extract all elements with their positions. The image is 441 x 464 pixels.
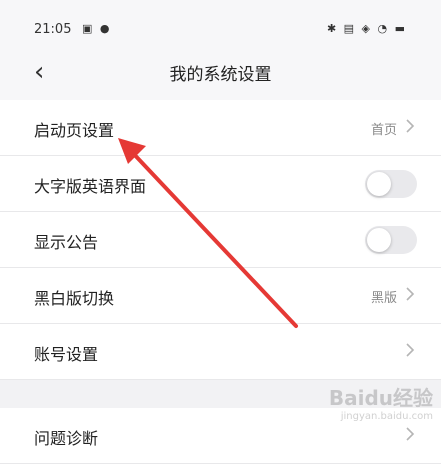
toggle-knob [367,172,391,196]
row-large-font-english: 大字版英语界面 [0,156,441,212]
row-label: 大字版英语界面 [34,177,147,196]
row-label: 显示公告 [34,233,99,252]
row-label: 账号设置 [34,345,99,364]
status-right-icons: ✱ ▤ ◈ ◔ ▬ [326,22,407,35]
toggle-knob [367,228,391,252]
row-label: 问题诊断 [34,429,99,448]
row-show-notice: 显示公告 [0,212,441,268]
show-notice-toggle[interactable] [365,226,417,254]
row-startup-page[interactable]: 启动页设置 首页 [0,100,441,156]
chevron-right-icon [406,119,415,133]
chevron-right-icon [406,427,415,441]
chevron-right-icon [406,287,415,301]
row-value: 黑版 [370,291,397,306]
watermark-text: Baidu经验 [328,386,433,410]
row-value: 首页 [370,123,397,138]
status-left-icons: ▣ ● [82,22,112,35]
row-account-settings[interactable]: 账号设置 [0,324,441,380]
status-bar: 21:05 ▣ ● ✱ ▤ ◈ ◔ ▬ [0,0,441,44]
watermark-sub: jingyan.baidu.com [340,411,433,422]
row-label: 黑白版切换 [34,289,115,308]
row-bw-switch[interactable]: 黑白版切换 黑版 [0,268,441,324]
watermark: Baidu经验 jingyan.baidu.com [329,382,433,422]
page-title: 我的系统设置 [169,65,272,85]
chevron-right-icon [406,343,415,357]
row-label: 启动页设置 [34,121,115,140]
nav-bar: ‹ 我的系统设置 [0,44,441,100]
large-font-toggle[interactable] [365,170,417,198]
status-time: 21:05 [34,22,72,37]
